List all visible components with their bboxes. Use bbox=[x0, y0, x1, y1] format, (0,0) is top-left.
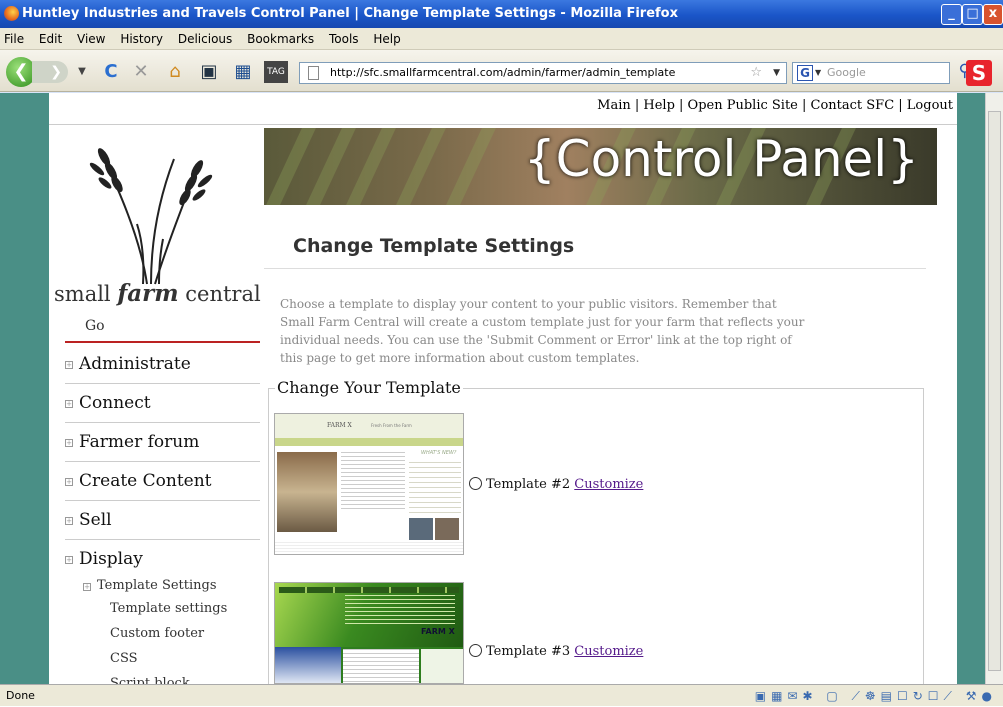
search-input[interactable]: G ▼ Google ⚲ bbox=[792, 61, 971, 84]
sidebar-link-script-block[interactable]: Script block bbox=[110, 676, 190, 684]
browser-window: Huntley Industries and Travels Control P… bbox=[0, 0, 1003, 706]
expand-icon: + bbox=[65, 399, 73, 408]
control-panel-banner: {Control Panel} bbox=[264, 128, 937, 205]
scrollbar-thumb[interactable] bbox=[988, 111, 1001, 671]
url-dropdown-icon[interactable]: ▼ bbox=[773, 63, 780, 83]
menu-history[interactable]: History bbox=[120, 32, 163, 46]
sidebar: small farm central Go + Administrate + Con… bbox=[49, 125, 264, 684]
sidebar-item-connect[interactable]: + Connect bbox=[65, 385, 260, 423]
firefox-icon bbox=[4, 6, 19, 21]
menu-tools[interactable]: Tools bbox=[329, 32, 359, 46]
expand-icon: + bbox=[65, 516, 73, 525]
banner-title: {Control Panel} bbox=[523, 130, 919, 188]
expand-icon: + bbox=[65, 555, 73, 564]
bookmark-star-icon[interactable]: ☆ bbox=[750, 63, 762, 83]
title-bar: Huntley Industries and Travels Control P… bbox=[0, 0, 1003, 28]
template-2-option: Template #2 Customize bbox=[469, 477, 643, 492]
menu-delicious[interactable]: Delicious bbox=[178, 32, 232, 46]
url-bar[interactable]: http://sfc.smallfarmcentral.com/admin/fa… bbox=[299, 62, 787, 84]
menu-file[interactable]: File bbox=[4, 32, 24, 46]
sidebar-link-template-settings[interactable]: Template settings bbox=[110, 601, 227, 616]
window-title: Huntley Industries and Travels Control P… bbox=[22, 6, 678, 21]
site-logo-text: small farm central bbox=[54, 280, 261, 307]
sidebar-subitem-template-settings[interactable]: + Template Settings bbox=[83, 578, 217, 593]
expand-icon: + bbox=[65, 477, 73, 486]
stop-icon[interactable]: ✕ bbox=[128, 59, 154, 85]
menu-view[interactable]: View bbox=[77, 32, 105, 46]
sidebar-red-divider bbox=[65, 341, 260, 343]
expand-icon: + bbox=[65, 438, 73, 447]
history-dropdown-icon[interactable]: ▼ bbox=[76, 59, 88, 85]
search-placeholder: Google bbox=[827, 66, 866, 79]
page-viewport: Main | Help | Open Public Site | Contact… bbox=[0, 93, 1003, 684]
sidebar-item-sell[interactable]: + Sell bbox=[65, 502, 260, 540]
minimize-button[interactable]: _ bbox=[941, 4, 962, 25]
bookmarks-toolbar-icon[interactable]: ▣ bbox=[196, 59, 222, 85]
template-2-thumbnail[interactable]: FARM X Fresh From the Farm WHAT'S NEW? bbox=[274, 413, 464, 555]
google-search-engine-icon[interactable]: G bbox=[797, 65, 813, 81]
sidebar-link-custom-footer[interactable]: Custom footer bbox=[110, 626, 204, 641]
status-bar: Done ▣▦✉✱ ▢ ⟋☸▤☐↻☐⟋ ⚒● bbox=[0, 684, 1003, 706]
search-engine-dropdown-icon[interactable]: ▼ bbox=[815, 63, 821, 83]
template-3-option: Template #3 Customize bbox=[469, 644, 643, 659]
menu-help[interactable]: Help bbox=[373, 32, 400, 46]
s-extension-icon[interactable]: S bbox=[966, 60, 992, 86]
sidebar-item-farmer-forum[interactable]: + Farmer forum bbox=[65, 424, 260, 462]
status-text: Done bbox=[6, 689, 35, 702]
top-links[interactable]: Main | Help | Open Public Site | Contact… bbox=[597, 98, 953, 113]
page-title: Change Template Settings bbox=[293, 235, 575, 257]
go-link[interactable]: Go bbox=[85, 318, 105, 334]
menu-edit[interactable]: Edit bbox=[39, 32, 62, 46]
thumb-title: FARM X bbox=[327, 422, 352, 429]
sidebar-item-create-content[interactable]: + Create Content bbox=[65, 463, 260, 501]
template-3-radio[interactable] bbox=[469, 644, 482, 657]
forward-arrow-icon[interactable]: ❯ bbox=[32, 61, 68, 83]
template-2-radio[interactable] bbox=[469, 477, 482, 490]
template-3-customize-link[interactable]: Customize bbox=[574, 644, 643, 659]
thumb-whats-new: WHAT'S NEW? bbox=[421, 450, 457, 456]
vertical-scrollbar[interactable] bbox=[985, 93, 1003, 684]
template-2-customize-link[interactable]: Customize bbox=[574, 477, 643, 492]
page-content: Main | Help | Open Public Site | Contact… bbox=[49, 93, 957, 684]
page-icon bbox=[308, 66, 319, 80]
menu-bookmarks[interactable]: Bookmarks bbox=[247, 32, 314, 46]
sidebar-item-administrate[interactable]: + Administrate bbox=[65, 346, 260, 384]
screen-icon[interactable]: ▦ bbox=[230, 59, 256, 85]
template-3-label: Template #3 bbox=[486, 644, 571, 659]
sidebar-link-css[interactable]: CSS bbox=[110, 651, 138, 666]
reload-icon[interactable]: C bbox=[98, 59, 124, 85]
thumb-tagline: Fresh From the Farm bbox=[371, 423, 412, 428]
intro-text: Choose a template to display your conten… bbox=[280, 297, 805, 365]
title-divider bbox=[264, 268, 926, 269]
expand-icon: + bbox=[65, 360, 73, 369]
navigation-toolbar: ❮ ❯ ▼ C ✕ ⌂ ▣ ▦ TAG http://sfc.smallfarm… bbox=[0, 50, 1003, 92]
menu-bar: File Edit View History Delicious Bookmar… bbox=[0, 28, 1003, 50]
template-3-thumbnail[interactable]: FARM X bbox=[274, 582, 464, 684]
maximize-button[interactable]: □ bbox=[962, 4, 983, 25]
addon-icons: ▣▦✉✱ ▢ ⟋☸▤☐↻☐⟋ ⚒● bbox=[754, 689, 997, 703]
url-text: http://sfc.smallfarmcentral.com/admin/fa… bbox=[330, 66, 676, 79]
close-button[interactable]: x bbox=[983, 4, 1003, 25]
home-icon[interactable]: ⌂ bbox=[162, 59, 188, 85]
sidebar-item-display[interactable]: + Display bbox=[65, 541, 260, 579]
thumb-title: FARM X bbox=[421, 627, 455, 636]
template-2-label: Template #2 bbox=[486, 477, 571, 492]
fieldset-legend: Change Your Template bbox=[275, 378, 463, 397]
expand-icon: + bbox=[83, 583, 91, 591]
tag-icon[interactable]: TAG bbox=[264, 61, 288, 83]
